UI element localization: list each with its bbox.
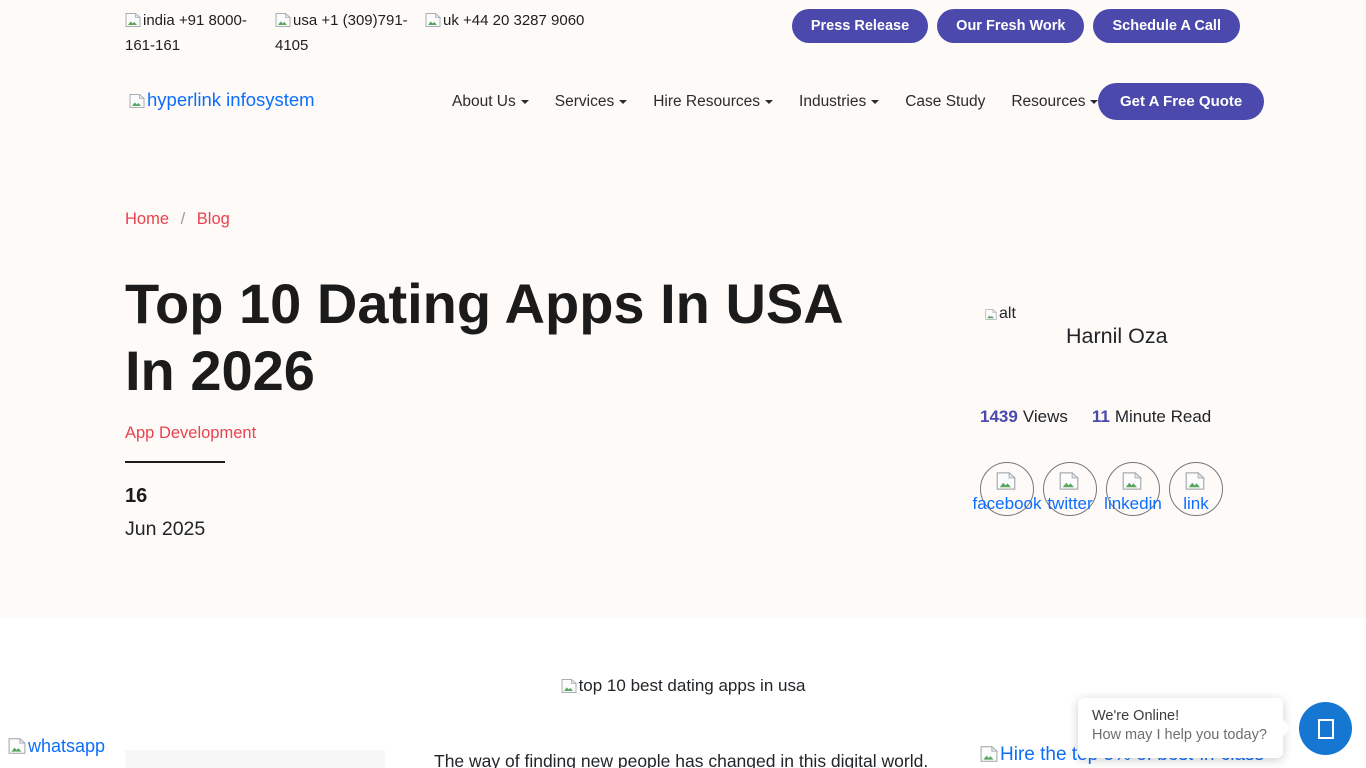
chevron-down-icon [521,100,529,104]
facebook-alt-text: facebook [973,494,1042,514]
broken-image-icon-facebook [996,472,1018,493]
link-alt-text: link [1183,494,1209,514]
topbar-phone-list: india +91 8000-161-161 usa +1 (309)791-4… [125,8,584,58]
get-a-free-quote-button[interactable]: Get A Free Quote [1098,83,1264,120]
india-flag-alt: india [143,12,175,29]
broken-image-icon-uk-flag: uk [425,12,459,29]
our-fresh-work-button[interactable]: Our Fresh Work [937,9,1084,43]
featured-image: top 10 best dating apps in usa [0,676,1366,696]
schedule-a-call-button[interactable]: Schedule A Call [1093,9,1240,43]
share-facebook-button[interactable]: facebook [980,462,1034,516]
author-avatar: alt [985,305,1055,369]
read-time-count: 11 [1092,407,1110,426]
chevron-down-icon [619,100,627,104]
chat-tooltip-arrow [1283,720,1291,736]
share-buttons: facebook twitter linkedin link [980,462,1223,516]
title-divider [125,461,225,463]
broken-image-icon-usa-flag: usa [275,12,317,29]
share-linkedin-button[interactable]: linkedin [1106,462,1160,516]
whatsapp-alt-text: whatsapp [28,736,105,756]
share-twitter-button[interactable]: twitter [1043,462,1097,516]
broken-image-icon-avatar [985,305,999,322]
chat-icon [1318,719,1334,739]
read-time-label: Minute Read [1115,407,1211,426]
author-name[interactable]: Harnil Oza [1066,324,1168,349]
views-stat: 1439 Views [980,407,1068,427]
table-of-contents-box [125,750,385,768]
main-navigation: About Us Services Hire Resources Industr… [452,93,1201,111]
topbar-button-group: Press Release Our Fresh Work Schedule A … [792,9,1240,43]
twitter-alt-text: twitter [1047,494,1092,514]
phone-usa[interactable]: usa +1 (309)791-4105 [275,8,425,58]
broken-image-icon-hire-banner [980,744,1000,765]
avatar-alt-text: alt [999,305,1016,322]
site-logo[interactable]: hyperlink infosystem [129,89,315,111]
press-release-button[interactable]: Press Release [792,9,928,43]
publish-date-month-year: Jun 2025 [125,518,205,541]
linkedin-alt-text: linkedin [1104,494,1162,514]
share-copy-link-button[interactable]: link [1169,462,1223,516]
read-time-stat: 11 Minute Read [1092,407,1211,427]
page-title: Top 10 Dating Apps In USA In 2026 [125,270,890,404]
breadcrumb-blog-link[interactable]: Blog [197,210,230,228]
article-stats: 1439 Views 11 Minute Read [980,407,1211,427]
views-label: Views [1023,407,1068,426]
phone-number-uk: +44 20 3287 9060 [463,12,584,29]
publish-date-day: 16 [125,485,147,508]
category-app-development-link[interactable]: App Development [125,424,256,443]
broken-image-icon-featured [561,676,579,695]
nav-hire-resources[interactable]: Hire Resources [653,93,773,111]
nav-case-study[interactable]: Case Study [905,93,985,111]
broken-image-icon-twitter [1059,472,1081,493]
chevron-down-icon [765,100,773,104]
logo-alt-text: hyperlink infosystem [147,89,315,110]
nav-resources[interactable]: Resources [1011,93,1098,111]
chat-question-text: How may I help you today? [1092,727,1269,743]
chat-status-text: We're Online! [1092,708,1269,724]
nav-industries[interactable]: Industries [799,93,879,111]
breadcrumb-home-link[interactable]: Home [125,210,169,228]
article-intro-paragraph: The way of finding new people has change… [434,748,939,768]
broken-image-icon-logo [129,89,147,110]
views-count: 1439 [980,407,1018,426]
broken-image-icon-india-flag: india [125,12,175,29]
phone-uk[interactable]: uk +44 20 3287 9060 [425,8,584,58]
broken-image-icon-link [1185,472,1207,493]
whatsapp-button[interactable]: whatsapp [8,736,105,757]
phone-india[interactable]: india +91 8000-161-161 [125,8,275,58]
chat-launcher-button[interactable] [1299,702,1352,755]
chevron-down-icon [871,100,879,104]
nav-services[interactable]: Services [555,93,627,111]
featured-image-alt-text: top 10 best dating apps in usa [579,676,806,695]
usa-flag-alt: usa [293,12,317,29]
broken-image-icon-whatsapp [8,736,28,756]
nav-about-us[interactable]: About Us [452,93,529,111]
broken-image-icon-linkedin [1122,472,1144,493]
uk-flag-alt: uk [443,12,459,29]
breadcrumb: Home / Blog [125,210,230,229]
breadcrumb-separator: / [181,210,186,228]
chat-tooltip: We're Online! How may I help you today? [1078,698,1283,758]
